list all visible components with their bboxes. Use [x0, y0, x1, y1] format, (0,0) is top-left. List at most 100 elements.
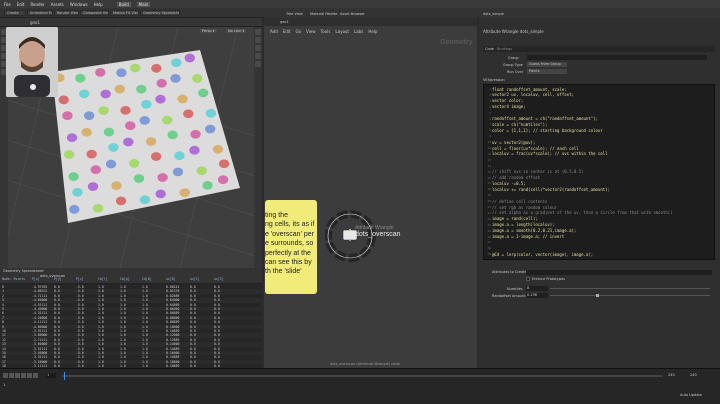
- group-field[interactable]: [527, 55, 707, 60]
- shaded-icon[interactable]: [255, 45, 261, 51]
- color-dot: [196, 166, 207, 176]
- tab-motion-fx-view[interactable]: Motion FX View: [110, 10, 139, 16]
- column-header[interactable]: P[x]: [32, 277, 40, 281]
- color-dot: [172, 167, 184, 177]
- tab-bindings[interactable]: Bindings: [497, 47, 512, 51]
- randoffset-field[interactable]: 0.296: [526, 293, 548, 298]
- tab-tree-view[interactable]: Tree View: [286, 12, 303, 16]
- network-editor[interactable]: [264, 10, 477, 368]
- table-cell: 0.01376: [166, 289, 180, 294]
- network-menu-view[interactable]: View: [306, 29, 316, 34]
- network-menu-labs[interactable]: Labs: [354, 29, 363, 34]
- play-reverse-icon[interactable]: [15, 373, 20, 378]
- play-icon[interactable]: [27, 373, 32, 378]
- menu-assets[interactable]: Assets: [51, 2, 64, 7]
- tab-geometry-spreadsheet[interactable]: Geometry Spreadsheet: [140, 10, 180, 16]
- menu-file[interactable]: File: [4, 2, 11, 7]
- end-frame[interactable]: 240: [668, 373, 675, 377]
- tab-asset-browser[interactable]: Asset Browser: [340, 12, 365, 16]
- network-menu-tools[interactable]: Tools: [321, 29, 331, 34]
- start-frame[interactable]: 1: [3, 383, 5, 387]
- stop-icon[interactable]: [21, 373, 26, 378]
- randoffset-slider-handle[interactable]: [596, 294, 599, 297]
- run-over-menu[interactable]: Points: [527, 69, 567, 74]
- network-menu-edit[interactable]: Edit: [283, 29, 291, 34]
- persp-menu[interactable]: Persp ▾: [200, 29, 217, 33]
- param-tab[interactable]: dots_simple: [483, 12, 504, 16]
- color-dot: [68, 172, 79, 181]
- vex-code-editor[interactable]: 1 float randoffset_amount, scale; 2 vector2…: [483, 84, 715, 260]
- column-header[interactable]: Cd[b]: [142, 277, 152, 281]
- network-path[interactable]: geo1: [280, 20, 289, 24]
- group-type-menu[interactable]: Guess from Group: [527, 62, 567, 67]
- auto-update-menu[interactable]: Auto Update: [680, 393, 702, 397]
- color-dot: [120, 106, 131, 115]
- ghost-icon[interactable]: [255, 61, 261, 67]
- numtiles-slider[interactable]: [550, 288, 710, 289]
- table-cell: 1.0: [120, 342, 126, 347]
- timeline-scrubber[interactable]: [62, 375, 662, 377]
- table-cell: 0.0: [190, 285, 196, 289]
- playhead[interactable]: [64, 372, 65, 380]
- node-name-label[interactable]: dots_overscan: [355, 231, 401, 238]
- step-forward-icon[interactable]: [33, 373, 38, 378]
- column-header[interactable]: uv[2]: [214, 277, 224, 281]
- lighting-icon[interactable]: [255, 53, 261, 59]
- table-cell: 0.04000: [166, 298, 180, 303]
- tab-material-palette[interactable]: Material Palette: [310, 12, 337, 16]
- network-menu-add[interactable]: Add: [270, 29, 278, 34]
- tab-animation-editor[interactable]: Animation Editor: [27, 10, 53, 16]
- color-dot: [174, 151, 185, 161]
- table-cell: 0.0: [190, 289, 196, 294]
- line-number: 17: [487, 181, 491, 186]
- color-dot: [190, 129, 201, 139]
- network-menu-go[interactable]: Go: [296, 29, 302, 34]
- current-frame-field[interactable]: 1: [46, 373, 56, 378]
- network-menu-layout[interactable]: Layout: [335, 29, 349, 34]
- column-header[interactable]: P[y]: [54, 277, 62, 281]
- spreadsheet-tab[interactable]: Geometry Spreadsheet: [3, 269, 44, 273]
- column-header[interactable]: Node: Points: [2, 277, 25, 281]
- color-dot: [205, 108, 217, 118]
- jump-start-icon[interactable]: [3, 373, 8, 378]
- step-back-icon[interactable]: [9, 373, 14, 378]
- enforce-prototypes-checkbox[interactable]: [526, 277, 530, 281]
- camera-menu[interactable]: No cam ▾: [226, 29, 247, 33]
- color-dot: [92, 203, 104, 213]
- tab-code[interactable]: Code: [485, 47, 494, 51]
- table-cell: 0.0: [54, 298, 60, 303]
- tab-render-view[interactable]: Render View: [54, 10, 79, 16]
- end-frame-range[interactable]: 240: [690, 373, 697, 377]
- tab-composite-view[interactable]: Composite View: [80, 10, 109, 16]
- table-cell: 0.0: [54, 351, 60, 355]
- randoffset-slider[interactable]: [550, 295, 710, 296]
- display-option-icon[interactable]: [255, 29, 261, 35]
- table-cell: -5.0: [76, 311, 84, 316]
- column-header[interactable]: uv[1]: [190, 277, 200, 281]
- obj-path[interactable]: geo1: [30, 20, 40, 25]
- table-cell: 0.0: [190, 302, 196, 307]
- table-cell: 1.0: [142, 311, 148, 316]
- attributes-to-create-field[interactable]: [526, 270, 712, 275]
- shelf-set-selector[interactable]: Main: [136, 1, 151, 7]
- sticky-note[interactable]: ting the ng cells, its as if e 'overscan…: [265, 200, 317, 294]
- menu-windows[interactable]: Windows: [70, 2, 88, 7]
- color-dot: [79, 89, 90, 99]
- table-cell: 0.0: [214, 307, 220, 311]
- column-header[interactable]: uv[0]: [166, 277, 176, 281]
- menu-render[interactable]: Render: [30, 2, 44, 7]
- line-number: 23: [487, 216, 491, 221]
- tab-scene-view[interactable]: Create: [4, 10, 26, 16]
- table-cell: 0.06000: [166, 307, 180, 311]
- network-menu-help[interactable]: Help: [368, 29, 377, 34]
- column-header[interactable]: Cd[g]: [120, 277, 130, 281]
- wireframe-icon[interactable]: [255, 37, 261, 43]
- column-header[interactable]: Cd[r]: [98, 277, 108, 281]
- menu-edit[interactable]: Edit: [17, 2, 25, 7]
- desktop-build-selector[interactable]: Build: [116, 1, 131, 7]
- column-header[interactable]: P[z]: [76, 277, 84, 281]
- table-cell: 1.0: [142, 324, 148, 329]
- table-cell: -5.0: [76, 351, 84, 355]
- numtiles-field[interactable]: 8: [526, 286, 548, 291]
- menu-help[interactable]: Help: [94, 2, 103, 7]
